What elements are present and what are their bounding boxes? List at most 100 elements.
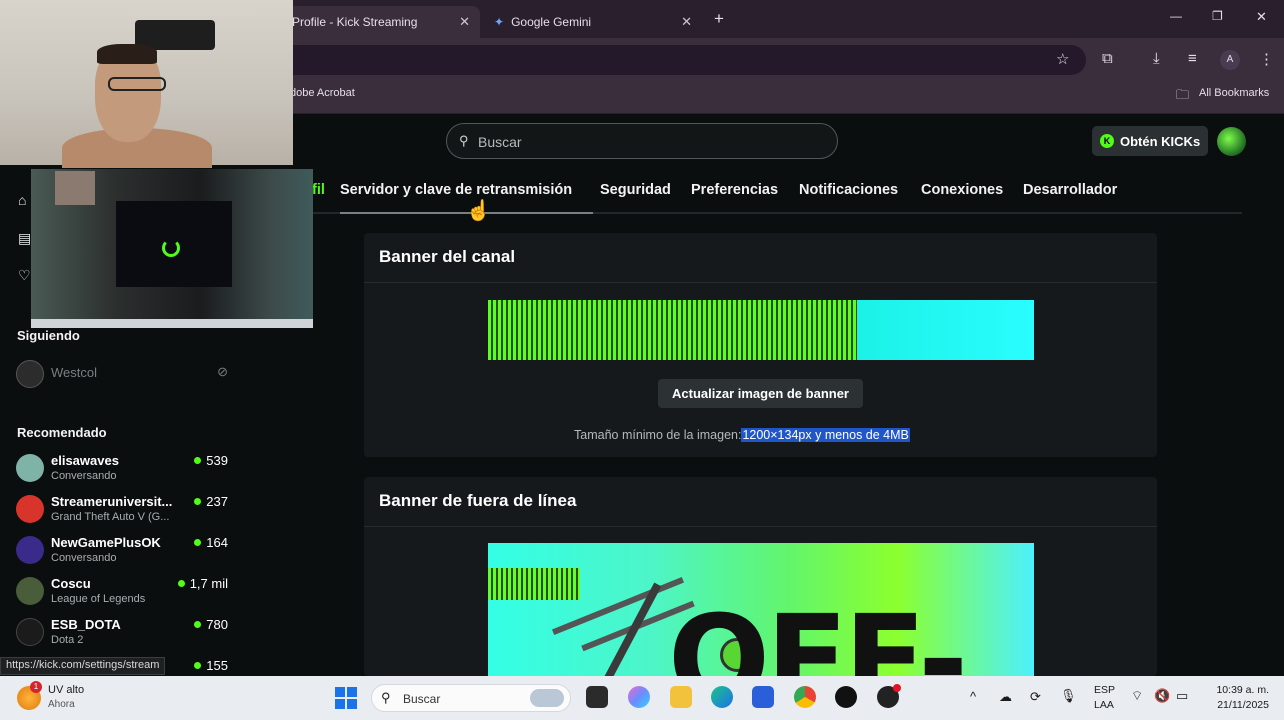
sync-icon[interactable]: ⟳ [1030, 689, 1041, 705]
viewers: 780 [206, 617, 228, 632]
new-tab-button[interactable]: + [714, 9, 724, 29]
viewers: 539 [206, 453, 228, 468]
list-item[interactable]: Streameruniversit... Grand Theft Auto V … [16, 493, 228, 527]
file-explorer-icon[interactable] [670, 686, 692, 708]
bookmark-acrobat[interactable]: dobe Acrobat [290, 87, 355, 99]
home-icon[interactable]: ⌂ [18, 192, 26, 208]
task-view-icon[interactable] [586, 686, 608, 708]
clock-time[interactable]: 10:39 a. m. [1203, 684, 1269, 696]
browse-icon[interactable]: ▤ [18, 230, 31, 247]
tab-stream-key[interactable]: Servidor y clave de retransmisión [340, 182, 572, 198]
close-icon[interactable]: ✕ [681, 14, 692, 30]
language-top[interactable]: ESP [1094, 684, 1115, 696]
weather-sub: Ahora [48, 699, 75, 710]
tab-connections[interactable]: Conexiones [921, 182, 1003, 198]
list-item[interactable]: ESB_DOTA Dota 2 780 [16, 616, 228, 650]
tab-notifications[interactable]: Notificaciones [799, 182, 898, 198]
windows-logo-part [347, 687, 357, 697]
viewers: 1,7 mil [189, 576, 228, 591]
avatar [16, 360, 44, 388]
star-icon[interactable]: ☆ [1056, 50, 1069, 68]
live-dot [194, 457, 202, 464]
viewers: 237 [206, 494, 228, 509]
channel-name: NewGamePlusOK [51, 535, 161, 550]
microphone-icon[interactable]: 🎙 [1060, 688, 1077, 704]
start-button[interactable] [335, 687, 357, 709]
heart-icon[interactable]: ♡ [18, 267, 31, 284]
following-item-westcol[interactable]: Westcol ⊘ [16, 358, 228, 392]
media-icon[interactable]: ≡ [1188, 50, 1197, 67]
channel-category: Grand Theft Auto V (G... [51, 511, 170, 523]
cloud-icon[interactable]: ☁ [999, 689, 1012, 705]
tab-kick-profile[interactable]: Profile - Kick Streaming ✕ [280, 6, 480, 38]
channel-category: Conversando [51, 552, 117, 564]
live-dot [177, 580, 185, 587]
chrome-icon[interactable] [794, 686, 816, 708]
store-icon[interactable] [752, 686, 774, 708]
copilot-icon[interactable] [628, 686, 650, 708]
kicks-icon: K [1100, 134, 1114, 148]
channel-name: Westcol [51, 365, 97, 380]
tab-perfil[interactable]: fil [312, 182, 325, 198]
speaker-muted-icon[interactable]: 🔇 [1154, 688, 1170, 704]
viewers: 164 [206, 535, 228, 550]
avatar [16, 495, 44, 523]
minimize-button[interactable]: — [1170, 9, 1182, 23]
maximize-button[interactable]: ❐ [1212, 9, 1223, 23]
avatar [16, 454, 44, 482]
language-bottom: LAA [1094, 699, 1114, 711]
tab-title: Google Gemini [511, 15, 592, 29]
offline-big-text: OFF- [668, 591, 968, 676]
glasses [108, 77, 166, 91]
viewer-count: 1,7 mil [177, 576, 228, 591]
pattern-block [488, 568, 580, 600]
chevron-up-icon[interactable]: ^ [970, 689, 976, 704]
search-placeholder: Buscar [478, 134, 522, 150]
clock-date[interactable]: 21/11/2025 [1203, 699, 1269, 711]
close-icon[interactable]: ✕ [459, 14, 470, 30]
get-kicks-button[interactable]: K Obtén KICKs [1092, 126, 1208, 156]
avatar [16, 577, 44, 605]
status-url-tooltip: https://kick.com/settings/stream [0, 657, 166, 675]
list-item[interactable]: Coscu League of Legends 1,7 mil [16, 575, 228, 609]
list-item[interactable]: elisawaves Conversando 539 [16, 452, 228, 486]
wifi-icon[interactable]: ⌔ [1131, 688, 1143, 704]
taskbar-search-placeholder: Buscar [403, 692, 441, 706]
taskbar-search[interactable]: ⚲ Buscar [371, 684, 571, 712]
tiktok-icon[interactable] [835, 686, 857, 708]
search-icon: ⚲ [459, 133, 469, 148]
viewer-count: 780 [194, 617, 228, 632]
list-item[interactable]: NewGamePlusOK Conversando 164 [16, 534, 228, 568]
channel-banner-image [488, 300, 1034, 360]
window-close-button[interactable]: ✕ [1256, 9, 1267, 25]
viewer-count: 155 [194, 658, 228, 673]
channel-banner-title: Banner del canal [364, 233, 1157, 283]
size-hint-prefix: Tamaño mínimo de la imagen: [574, 428, 742, 442]
live-dot [194, 539, 202, 546]
windows-logo-part [335, 687, 345, 697]
edge-icon[interactable] [711, 686, 733, 708]
profile-avatar[interactable]: A [1220, 50, 1240, 70]
weather-title: UV alto [48, 684, 85, 696]
download-icon[interactable]: ⤓ [1153, 50, 1160, 67]
avatar [16, 536, 44, 564]
live-dot [194, 662, 202, 669]
viewer-count: 164 [194, 535, 228, 550]
tab-google-gemini[interactable]: ✦ Google Gemini ✕ [482, 6, 702, 38]
tab-preferences[interactable]: Preferencias [691, 182, 778, 198]
update-banner-button[interactable]: Actualizar imagen de banner [658, 379, 863, 408]
user-avatar[interactable] [1217, 127, 1246, 156]
offline-banner-image: OFF- [488, 543, 1034, 676]
mini-cam [55, 171, 95, 205]
extensions-icon[interactable]: ⧉ [1102, 50, 1113, 67]
windows-logo-part [347, 699, 357, 709]
battery-icon[interactable]: ▭ [1176, 688, 1188, 704]
loading-spinner [162, 239, 180, 257]
tab-developer[interactable]: Desarrollador [1023, 182, 1117, 198]
menu-icon[interactable]: ⋮ [1259, 50, 1274, 68]
all-bookmarks[interactable]: All Bookmarks [1199, 87, 1269, 99]
search-input[interactable]: ⚲ Buscar [446, 123, 838, 159]
tab-security[interactable]: Seguridad [600, 182, 671, 198]
channel-name: Streameruniversit... [51, 494, 173, 509]
webcam-overlay [0, 0, 293, 168]
